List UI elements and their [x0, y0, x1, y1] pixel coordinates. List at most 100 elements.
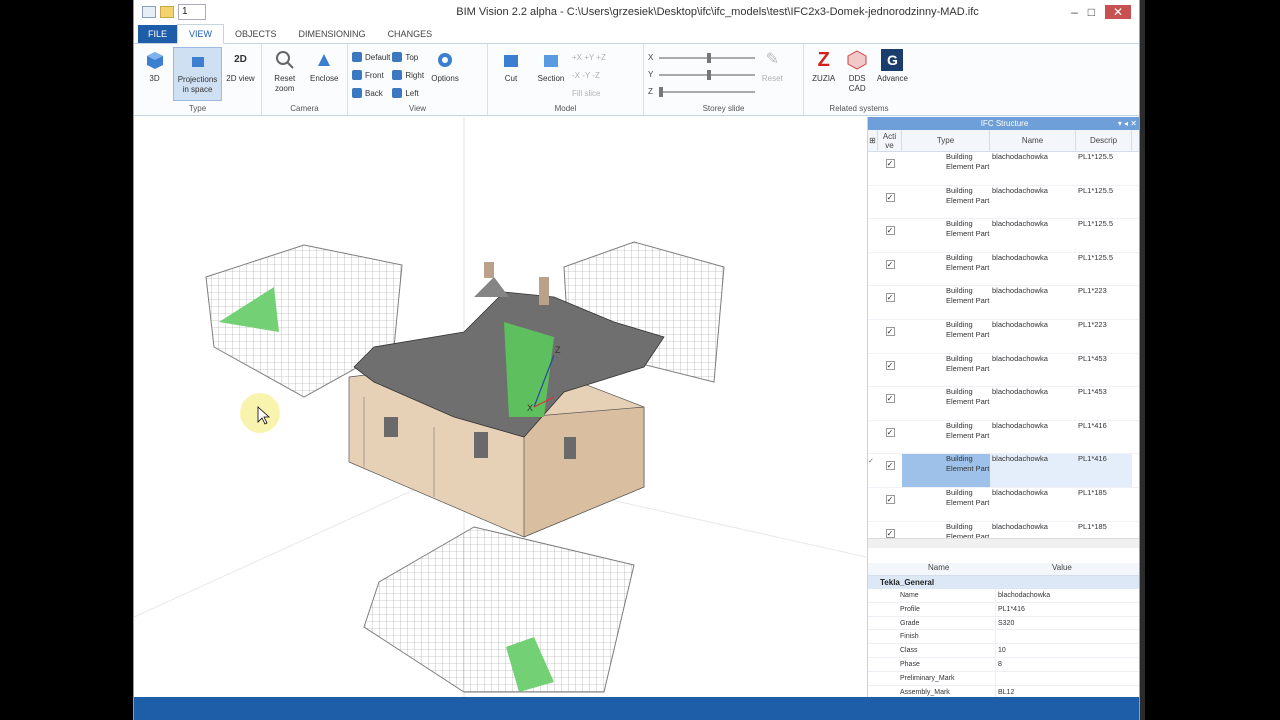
group-camera: Reset zoom Enclose Camera [262, 44, 348, 115]
page-spinner[interactable]: 1 [178, 4, 206, 20]
prop-value: blachodachowka [998, 592, 1051, 599]
active-checkbox[interactable]: ✓ [885, 494, 895, 504]
tab-file[interactable]: FILE [138, 25, 178, 43]
view-back-button[interactable]: Back [352, 85, 390, 101]
col-description[interactable]: Descrip [1076, 130, 1132, 151]
table-row[interactable]: ✓ Building Element Part blachodachowka PL1*… [868, 253, 1139, 287]
active-checkbox[interactable]: ✓ [885, 528, 895, 538]
table-row[interactable]: ✓ Building Element Part blachodachowka PL1*… [868, 286, 1139, 320]
group-storey: X Y Z ✎ Reset Storey slide [644, 44, 804, 115]
reset-zoom-button[interactable]: Reset zoom [266, 47, 304, 94]
view-right-button[interactable]: Right [392, 67, 424, 83]
active-checkbox[interactable]: ✓ [885, 360, 895, 370]
active-checkbox[interactable]: ✓ [885, 226, 895, 236]
row-type: Building Element Part [946, 152, 990, 171]
view-2d-button[interactable]: 2D 2D view [224, 47, 257, 84]
open-folder-icon[interactable] [160, 6, 174, 18]
desktop-edge [1140, 0, 1145, 720]
advance-logo-icon: G [881, 49, 904, 71]
table-row[interactable]: ✓ Building Element Part blachodachowka PL1*… [868, 521, 1139, 538]
view-3d-label: 3D [149, 74, 160, 83]
close-button[interactable]: ✕ [1105, 5, 1131, 19]
view-top-button[interactable]: Top [392, 49, 424, 65]
active-checkbox[interactable]: ✓ [885, 192, 895, 202]
table-row[interactable]: ✓ Building Element Part blachodachowka PL1*… [868, 487, 1139, 522]
table-row[interactable]: ✓ Building Element Part blachodachowka PL1*… [868, 219, 1139, 253]
row-desc: PL1*125.5 [1078, 185, 1114, 195]
cut-button[interactable]: Cut [492, 47, 530, 84]
col-name[interactable]: Name [990, 130, 1076, 151]
table-row[interactable]: ✓ Building Element Part blachodachowka PL1*… [868, 353, 1139, 388]
view-left-button[interactable]: Left [392, 85, 424, 101]
ifc-structure-panel: IFC Structure ▾ ◂ ✕ ⊞ Acti ve Type Name … [867, 117, 1139, 700]
view-top-icon [392, 52, 403, 62]
row-name: blachodachowka [992, 353, 1048, 363]
table-row-selected[interactable]: ✓ ✓ Building Element Part blachodachowka PL1… [868, 454, 1139, 488]
projections-label: Projections in space [177, 75, 218, 94]
tab-objects[interactable]: OBJECTS [224, 25, 288, 43]
table-row[interactable]: ✓ Building Element Part blachodachowka PL1*… [868, 152, 1139, 186]
prop-row: Profile PL1*416 [868, 602, 1139, 617]
tab-changes[interactable]: CHANGES [377, 25, 444, 43]
row-name: blachodachowka [992, 487, 1048, 497]
view-2d-label: 2D view [226, 74, 255, 83]
axis-z-label: Z [555, 345, 561, 355]
3d-viewport[interactable]: Z X [134, 117, 866, 697]
view-left-icon [392, 88, 403, 98]
active-checkbox[interactable]: ✓ [885, 394, 895, 404]
panel-buttons[interactable]: ▾ ◂ ✕ [1118, 117, 1137, 130]
slider-z-knob[interactable] [658, 86, 663, 97]
prop-group-title[interactable]: Tekla_General [868, 576, 1139, 589]
active-checkbox[interactable]: ✓ [885, 293, 895, 303]
row-name: blachodachowka [992, 420, 1048, 430]
view-default-button[interactable]: Default [352, 49, 390, 65]
active-checkbox[interactable]: ✓ [885, 259, 895, 269]
zuzia-button[interactable]: Z ZUZIA [808, 47, 839, 84]
active-checkbox[interactable]: ✓ [885, 159, 895, 168]
row-desc: PL1*185 [1078, 487, 1107, 497]
minimize-button[interactable]: – [1071, 5, 1078, 19]
tab-view[interactable]: VIEW [177, 24, 225, 44]
prop-col-name[interactable]: Name [868, 563, 996, 575]
options-button[interactable]: Options [426, 47, 464, 84]
dds-cad-button[interactable]: DDS CAD [841, 47, 872, 94]
reset-slider-button[interactable]: ✎ Reset [757, 47, 787, 84]
enclose-button[interactable]: Enclose [306, 47, 344, 84]
view-3d-button[interactable]: 3D [138, 47, 171, 84]
table-row[interactable]: ✓ Building Element Part blachodachowka PL1*… [868, 185, 1139, 220]
col-active[interactable]: Acti ve [878, 130, 902, 151]
tab-dimensioning[interactable]: DIMENSIONING [288, 25, 377, 43]
active-checkbox[interactable]: ✓ [885, 461, 895, 471]
brush-icon: ✎ [765, 51, 780, 68]
slider-x[interactable] [659, 52, 756, 63]
prop-value [996, 672, 1139, 685]
axis-plus-toggle[interactable]: +X +Y +Z [572, 49, 606, 65]
projections-button[interactable]: Projections in space [173, 47, 222, 101]
slider-y[interactable] [659, 69, 756, 80]
slider-z[interactable] [658, 86, 755, 97]
row-type: Building Element Part [946, 521, 990, 538]
save-icon[interactable] [142, 6, 156, 18]
window-title: BIM Vision 2.2 alpha - C:\Users\grzesiek… [456, 6, 979, 18]
view-front-button[interactable]: Front [352, 67, 390, 83]
advance-button[interactable]: G Advance [875, 47, 910, 84]
active-checkbox[interactable]: ✓ [885, 326, 895, 336]
axis-minus-toggle[interactable]: -X -Y -Z [572, 67, 606, 83]
table-row[interactable]: ✓ Building Element Part blachodachowka PL1*… [868, 320, 1139, 354]
slider-x-knob[interactable] [707, 52, 712, 63]
horizontal-scrollbar[interactable] [868, 538, 1139, 548]
slider-y-knob[interactable] [707, 69, 712, 80]
table-row[interactable]: ✓ Building Element Part blachodachowka PL1*… [868, 420, 1139, 455]
pin-icon[interactable]: ⊞ [868, 130, 878, 151]
active-checkbox[interactable]: ✓ [885, 427, 895, 437]
group-related: Z ZUZIA DDS CAD G Advance Related system… [804, 44, 914, 115]
section-button[interactable]: Section [532, 47, 570, 84]
section-label: Section [537, 74, 565, 83]
table-row[interactable]: ✓ Building Element Part blachodachowka PL1*… [868, 387, 1139, 421]
prop-name: Finish [868, 630, 996, 644]
maximize-button[interactable]: □ [1088, 5, 1095, 19]
fill-slice-toggle[interactable]: Fill slice [572, 85, 606, 101]
row-type: Building Element Part [946, 219, 990, 239]
prop-col-value[interactable]: Value [996, 563, 1139, 575]
col-type[interactable]: Type [902, 130, 990, 151]
